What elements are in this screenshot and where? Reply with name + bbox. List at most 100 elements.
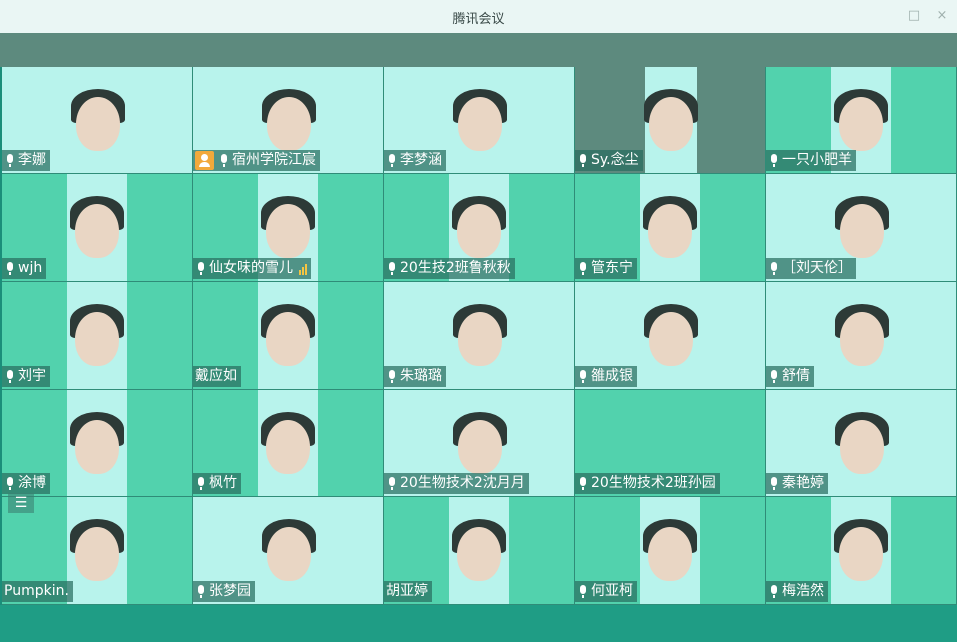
participant-face (75, 527, 119, 581)
participant-tile[interactable]: 宿州学院江宸 (193, 67, 384, 174)
participant-label: 舒倩 (766, 366, 814, 387)
participant-face (839, 97, 883, 151)
microphone-icon (577, 153, 589, 168)
participant-tile[interactable]: 舒倩 (766, 282, 957, 390)
participant-face (266, 204, 310, 258)
participant-label: 雒成银 (575, 366, 637, 387)
participant-name: 张梦园 (209, 583, 251, 599)
participant-name: 舒倩 (782, 368, 810, 384)
participant-face (839, 204, 884, 258)
participant-tile[interactable]: 20生物技术2沈月月 (384, 390, 575, 497)
participant-tile[interactable]: 戴应如 (193, 282, 384, 390)
participant-name: 宿州学院江宸 (232, 152, 316, 168)
participant-label: 20生物技术2沈月月 (384, 473, 529, 494)
participant-tile[interactable]: 李梦涵 (384, 67, 575, 174)
participant-tile[interactable]: 刘宇 (2, 282, 193, 390)
participant-tile[interactable]: 梅浩然 (766, 497, 957, 605)
participant-tile[interactable]: 20生物技术2班孙园 (575, 390, 766, 497)
participant-name: 李娜 (18, 152, 46, 168)
microphone-icon (386, 369, 398, 384)
participant-name: ［刘天伦］ (782, 260, 852, 276)
participant-name: 涂博 (18, 475, 46, 491)
participant-name: 何亚柯 (591, 583, 633, 599)
participant-tile[interactable]: 管东宁 (575, 174, 766, 282)
video-grid: 李娜 宿州学院江宸 李梦涵 Sy.念尘 一只小肥羊 wjh 仙女味的雪儿 20生技2班鲁秋秋 管… (2, 67, 957, 605)
participant-face (648, 312, 693, 366)
participant-label: ［刘天伦］ (766, 258, 856, 279)
participant-tile[interactable]: 朱璐璐 (384, 282, 575, 390)
participant-name: 李梦涵 (400, 152, 442, 168)
participant-name: 梅浩然 (782, 583, 824, 599)
microphone-icon (4, 153, 16, 168)
participant-label: Sy.念尘 (575, 150, 643, 171)
participant-label: 胡亚婷 (384, 581, 432, 602)
participant-label: 20生技2班鲁秋秋 (384, 258, 515, 279)
microphone-icon (768, 369, 780, 384)
participant-list-icon[interactable]: ☰ (8, 493, 34, 513)
participant-face (75, 420, 119, 474)
participant-label: 20生物技术2班孙园 (575, 473, 720, 494)
participant-tile[interactable]: 一只小肥羊 (766, 67, 957, 174)
participant-tile[interactable]: 20生技2班鲁秋秋 (384, 174, 575, 282)
participant-tile[interactable]: Sy.念尘 (575, 67, 766, 174)
participant-face (839, 312, 884, 366)
title-bar: 腾讯会议 □ × (0, 0, 957, 33)
microphone-icon (577, 369, 589, 384)
participant-face (649, 97, 693, 151)
microphone-icon (195, 476, 207, 491)
participant-tile[interactable]: 枫竹 (193, 390, 384, 497)
participant-label: 仙女味的雪儿 (193, 258, 311, 279)
participant-label: wjh (2, 258, 47, 279)
participant-name: 雒成银 (591, 368, 633, 384)
close-icon[interactable]: × (935, 9, 949, 23)
participant-name: Sy.念尘 (591, 152, 639, 168)
participant-label: 朱璐璐 (384, 366, 446, 387)
participant-face (75, 312, 119, 366)
signal-strength-icon (299, 263, 307, 275)
participant-name: 秦艳婷 (782, 475, 824, 491)
participant-tile[interactable]: 胡亚婷 (384, 497, 575, 605)
participant-tile[interactable]: 涂博 (2, 390, 193, 497)
microphone-icon (386, 476, 398, 491)
participant-label: 一只小肥羊 (766, 150, 856, 171)
participant-name: 20生物技术2沈月月 (400, 475, 525, 491)
microphone-icon (195, 261, 207, 276)
participant-label: 梅浩然 (766, 581, 828, 602)
participant-name: wjh (18, 260, 43, 276)
microphone-icon (4, 369, 16, 384)
participant-label: 宿州学院江宸 (193, 150, 320, 171)
participant-tile[interactable]: wjh (2, 174, 193, 282)
microphone-icon (768, 153, 780, 168)
participant-name: 仙女味的雪儿 (209, 260, 293, 276)
participant-tile[interactable]: 何亚柯 (575, 497, 766, 605)
participant-face (457, 97, 502, 151)
participant-name: Pumpkin. (4, 583, 69, 599)
microphone-icon (386, 153, 398, 168)
participant-name: 一只小肥羊 (782, 152, 852, 168)
microphone-icon (768, 476, 780, 491)
participant-label: 戴应如 (193, 366, 241, 387)
participant-name: 刘宇 (18, 368, 46, 384)
participant-tile[interactable]: 雒成银 (575, 282, 766, 390)
participant-tile[interactable]: Pumpkin. (2, 497, 193, 605)
participant-label: 李娜 (2, 150, 50, 171)
microphone-icon (218, 153, 230, 168)
participant-face (839, 420, 884, 474)
maximize-icon[interactable]: □ (907, 9, 921, 23)
participant-tile[interactable]: 张梦园 (193, 497, 384, 605)
participant-face (839, 527, 883, 581)
microphone-icon (577, 584, 589, 599)
participant-tile[interactable]: ［刘天伦］ (766, 174, 957, 282)
microphone-icon (577, 261, 589, 276)
participant-name: 20生技2班鲁秋秋 (400, 260, 511, 276)
meeting-bottom-bar (0, 605, 957, 642)
microphone-icon (4, 476, 16, 491)
participant-label: 枫竹 (193, 473, 241, 494)
participant-face (457, 420, 502, 474)
participant-tile[interactable]: 秦艳婷 (766, 390, 957, 497)
participant-tile[interactable]: 李娜 (2, 67, 193, 174)
participant-tile[interactable]: 仙女味的雪儿 (193, 174, 384, 282)
microphone-icon (195, 584, 207, 599)
microphone-icon (577, 476, 589, 491)
participant-name: 胡亚婷 (386, 583, 428, 599)
